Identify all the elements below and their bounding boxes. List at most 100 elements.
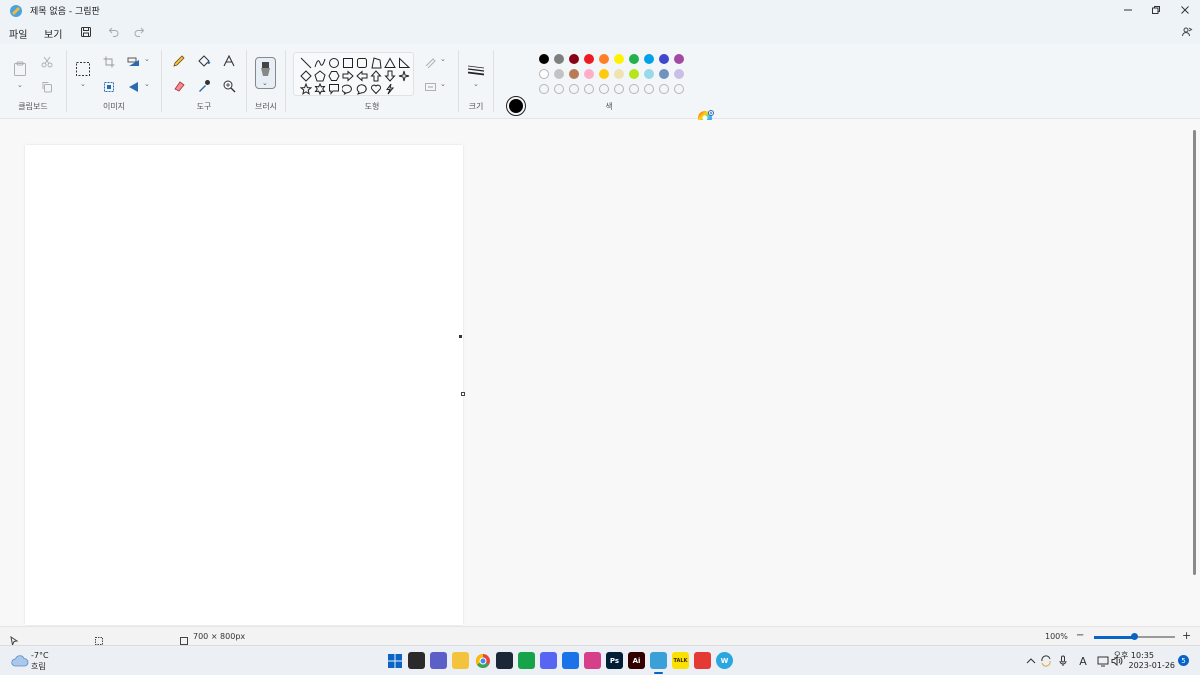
palette-empty-swatch[interactable] (644, 84, 654, 94)
close-button[interactable] (1170, 0, 1200, 20)
taskbar-kakaotalk-icon[interactable]: TALK (672, 652, 689, 669)
zoom-in-icon[interactable]: + (1182, 629, 1191, 642)
rounded-rectangle-shape-icon[interactable] (356, 57, 368, 69)
polygon-shape-icon[interactable] (370, 57, 382, 69)
curve-shape-icon[interactable] (314, 57, 326, 69)
shape-fill-icon[interactable] (422, 78, 440, 96)
palette-empty-swatch[interactable] (629, 84, 639, 94)
chevron-up-icon[interactable] (1025, 655, 1037, 667)
taskbar-illustrator-icon[interactable]: Ai (628, 652, 645, 669)
zoom-out-icon[interactable]: − (1076, 630, 1084, 641)
arrow-down-shape-icon[interactable] (384, 70, 396, 82)
share-icon[interactable] (1179, 24, 1195, 40)
palette-color-swatch[interactable] (644, 69, 654, 79)
microphone-icon[interactable] (1057, 655, 1069, 667)
weather-cloud-icon[interactable] (11, 653, 29, 672)
shape-outline-icon[interactable] (422, 53, 440, 71)
palette-color-swatch[interactable] (539, 69, 549, 79)
palette-color-swatch[interactable] (584, 54, 594, 64)
drawing-canvas[interactable] (25, 145, 463, 625)
canvas-resize-handle-right[interactable] (459, 335, 462, 338)
redo-icon[interactable] (131, 24, 147, 40)
minimize-button[interactable] (1113, 0, 1143, 20)
vertical-scrollbar[interactable] (1193, 130, 1196, 575)
eraser-icon[interactable] (170, 77, 188, 95)
save-icon[interactable] (78, 24, 94, 40)
palette-color-swatch[interactable] (539, 54, 549, 64)
outline-chevron-icon[interactable]: ⌄ (440, 55, 446, 63)
canvas-resize-handle-corner[interactable] (461, 392, 465, 396)
arrow-up-shape-icon[interactable] (370, 70, 382, 82)
triangle-shape-icon[interactable] (384, 57, 396, 69)
palette-color-swatch[interactable] (599, 54, 609, 64)
palette-empty-swatch[interactable] (569, 84, 579, 94)
flip-icon[interactable] (125, 78, 143, 96)
cloud-callout-shape-icon[interactable] (356, 83, 368, 95)
taskbar-paint-icon[interactable] (650, 652, 667, 669)
six-point-star-shape-icon[interactable] (314, 83, 326, 95)
taskbar-game-launcher-icon[interactable] (518, 652, 535, 669)
size-icon[interactable] (466, 62, 486, 80)
paste-chevron-icon[interactable]: ⌄ (17, 81, 23, 89)
taskbar-file-explorer-icon[interactable] (452, 652, 469, 669)
palette-color-swatch[interactable] (554, 69, 564, 79)
monitor-icon[interactable] (1097, 655, 1109, 667)
palette-empty-swatch[interactable] (539, 84, 549, 94)
palette-color-swatch[interactable] (659, 54, 669, 64)
fill-icon[interactable] (195, 52, 213, 70)
paste-icon[interactable] (11, 60, 29, 78)
zoom-percent[interactable]: 100% (1045, 632, 1068, 641)
rectangle-shape-icon[interactable] (342, 57, 354, 69)
taskbar-camera-icon[interactable] (584, 652, 601, 669)
palette-color-swatch[interactable] (674, 54, 684, 64)
arrow-left-shape-icon[interactable] (356, 70, 368, 82)
clock-time[interactable]: 오후 10:35 (1114, 650, 1154, 661)
oval-shape-icon[interactable] (328, 57, 340, 69)
palette-color-swatch[interactable] (674, 69, 684, 79)
line-shape-icon[interactable] (300, 57, 312, 69)
restore-button[interactable] (1141, 0, 1171, 20)
pentagon-shape-icon[interactable] (314, 70, 326, 82)
clock-date[interactable]: 2023-01-26 (1129, 661, 1176, 670)
palette-empty-swatch[interactable] (584, 84, 594, 94)
four-point-star-shape-icon[interactable] (398, 70, 410, 82)
palette-color-swatch[interactable] (629, 54, 639, 64)
palette-color-swatch[interactable] (554, 54, 564, 64)
heart-shape-icon[interactable] (370, 83, 382, 95)
flip-chevron-icon[interactable]: ⌄ (144, 80, 150, 88)
zoom-slider-thumb[interactable] (1131, 633, 1138, 640)
taskbar-steam-icon[interactable] (496, 652, 513, 669)
palette-color-swatch[interactable] (569, 54, 579, 64)
magnifier-icon[interactable] (220, 77, 238, 95)
palette-color-swatch[interactable] (599, 69, 609, 79)
palette-empty-swatch[interactable] (554, 84, 564, 94)
select-icon[interactable] (74, 60, 92, 78)
taskbar-task-view-icon[interactable] (408, 652, 425, 669)
fill-chevron-icon[interactable]: ⌄ (440, 80, 446, 88)
taskbar-teams-icon[interactable] (430, 652, 447, 669)
palette-empty-swatch[interactable] (614, 84, 624, 94)
taskbar-bluetooth-icon[interactable] (562, 652, 579, 669)
size-chevron-icon[interactable]: ⌄ (473, 80, 479, 88)
rotate-chevron-icon[interactable]: ⌄ (144, 55, 150, 63)
palette-empty-swatch[interactable] (674, 84, 684, 94)
five-point-star-shape-icon[interactable] (300, 83, 312, 95)
text-icon[interactable] (220, 52, 238, 70)
palette-color-swatch[interactable] (629, 69, 639, 79)
oval-callout-shape-icon[interactable] (342, 83, 354, 95)
palette-empty-swatch[interactable] (659, 84, 669, 94)
arrow-right-shape-icon[interactable] (342, 70, 354, 82)
diamond-shape-icon[interactable] (300, 70, 312, 82)
menu-view[interactable]: 보기 (44, 26, 62, 41)
rotate-icon[interactable] (125, 53, 143, 71)
color-picker-icon[interactable] (195, 77, 213, 95)
rect-callout-shape-icon[interactable] (328, 83, 340, 95)
palette-color-swatch[interactable] (614, 69, 624, 79)
right-triangle-shape-icon[interactable] (398, 57, 410, 69)
zoom-slider[interactable] (1094, 633, 1175, 640)
menu-file[interactable]: 파일 (9, 26, 27, 41)
crop-icon[interactable] (100, 53, 118, 71)
taskbar-start-icon[interactable] (386, 652, 403, 669)
palette-color-swatch[interactable] (584, 69, 594, 79)
select-chevron-icon[interactable]: ⌄ (80, 80, 86, 88)
